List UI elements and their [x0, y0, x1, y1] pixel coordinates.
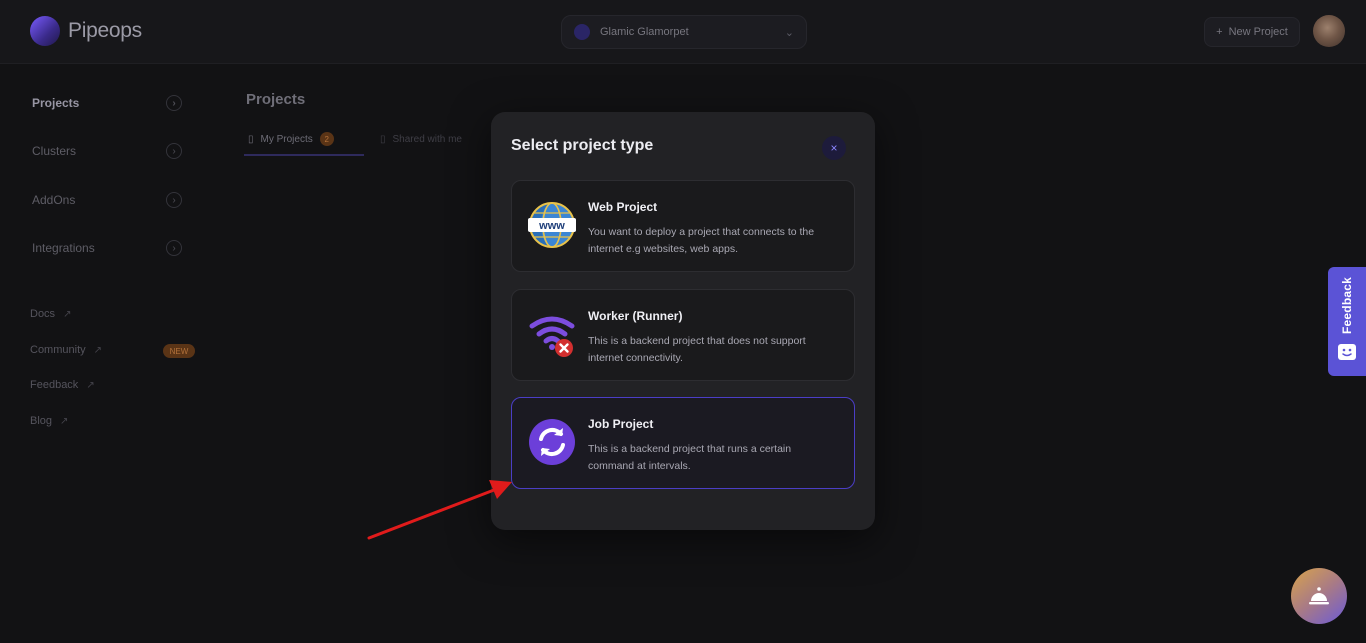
tab-label: My Projects [260, 133, 313, 145]
sync-icon [529, 419, 575, 465]
workspace-icon [574, 24, 590, 40]
option-web-project[interactable]: www Web Project You want to deploy a pro… [511, 180, 855, 272]
option-job-project[interactable]: Job Project This is a backend project th… [511, 397, 855, 489]
top-bar: Pipeops Glamic Glamorpet ⌄ + New Project [0, 0, 1366, 64]
feedback-tab[interactable]: Feedback [1328, 267, 1366, 376]
option-title: Job Project [588, 417, 654, 431]
service-bell-icon [1309, 587, 1329, 605]
option-worker-runner[interactable]: Worker (Runner) This is a backend projec… [511, 289, 855, 381]
tab-shared-with-me[interactable]: ▯ Shared with me [380, 124, 462, 154]
option-title: Web Project [588, 200, 658, 214]
new-project-label: New Project [1228, 26, 1288, 38]
option-description: This is a backend project that runs a ce… [588, 443, 792, 472]
logo-mark-icon [30, 16, 60, 46]
option-description: You want to deploy a project that connec… [588, 226, 815, 255]
page-title: Projects [246, 91, 306, 108]
sidebar-link-label: Community [30, 344, 86, 356]
close-icon[interactable]: × [822, 136, 846, 160]
app-root: Pipeops Glamic Glamorpet ⌄ + New Project… [0, 0, 1366, 643]
globe-www-icon: www [528, 202, 576, 248]
sidebar-link-label: Docs [30, 308, 56, 320]
plus-icon: + [1216, 26, 1223, 38]
external-link-icon: ↗ [60, 415, 69, 427]
sidebar-link-blog[interactable]: Blog ↗ [30, 415, 68, 427]
sidebar-item-label: Projects [32, 96, 80, 110]
sidebar-item-label: Clusters [32, 144, 77, 158]
sidebar-item-label: AddOns [32, 193, 76, 207]
wifi-off-icon [529, 316, 575, 357]
new-badge: NEW [163, 344, 195, 358]
modal-title: Select project type [511, 137, 654, 154]
sidebar-item-addons[interactable]: AddOns › [22, 185, 192, 215]
select-project-type-modal: Select project type × www Web Project Yo… [491, 112, 875, 530]
svg-text:www: www [538, 220, 565, 232]
logo-text: Pipeops [68, 19, 142, 42]
avatar[interactable] [1313, 15, 1345, 47]
option-description: This is a backend project that does not … [588, 335, 806, 364]
tab-count-badge: 2 [319, 132, 334, 146]
sidebar: Projects › Clusters › AddOns › Integrati… [0, 64, 215, 643]
chevron-icon: › [166, 192, 182, 208]
help-desk-button[interactable] [1291, 568, 1347, 624]
chevron-icon: › [166, 95, 182, 111]
external-link-icon: ↗ [93, 344, 103, 356]
tab-my-projects[interactable]: ▯ My Projects 2 [244, 124, 364, 156]
tab-label: Shared with me [392, 133, 462, 145]
new-project-button[interactable]: + New Project [1204, 17, 1300, 47]
sidebar-link-label: Blog [30, 415, 53, 427]
chevron-down-icon: ⌄ [784, 26, 794, 39]
sidebar-link-community[interactable]: Community ↗ [30, 344, 102, 356]
feedback-label: Feedback [1340, 277, 1354, 334]
option-title: Worker (Runner) [588, 309, 683, 323]
sidebar-link-label: Feedback [30, 379, 79, 391]
sidebar-link-docs[interactable]: Docs ↗ [30, 308, 71, 320]
share-icon: ▯ [380, 133, 386, 145]
folder-icon: ▯ [248, 133, 254, 145]
sidebar-item-integrations[interactable]: Integrations › [22, 233, 192, 263]
workspace-selector[interactable]: Glamic Glamorpet ⌄ [561, 15, 807, 49]
smiley-icon [1338, 343, 1356, 360]
sidebar-item-projects[interactable]: Projects › [22, 88, 192, 118]
logo[interactable]: Pipeops [30, 16, 142, 46]
sidebar-item-clusters[interactable]: Clusters › [22, 136, 192, 166]
external-link-icon: ↗ [86, 379, 95, 391]
chevron-icon: › [166, 143, 182, 159]
sidebar-link-feedback[interactable]: Feedback ↗ [30, 379, 95, 391]
chevron-icon: › [166, 240, 182, 256]
external-link-icon: ↗ [63, 308, 72, 320]
workspace-name: Glamic Glamorpet [600, 26, 689, 38]
sidebar-item-label: Integrations [32, 241, 95, 255]
